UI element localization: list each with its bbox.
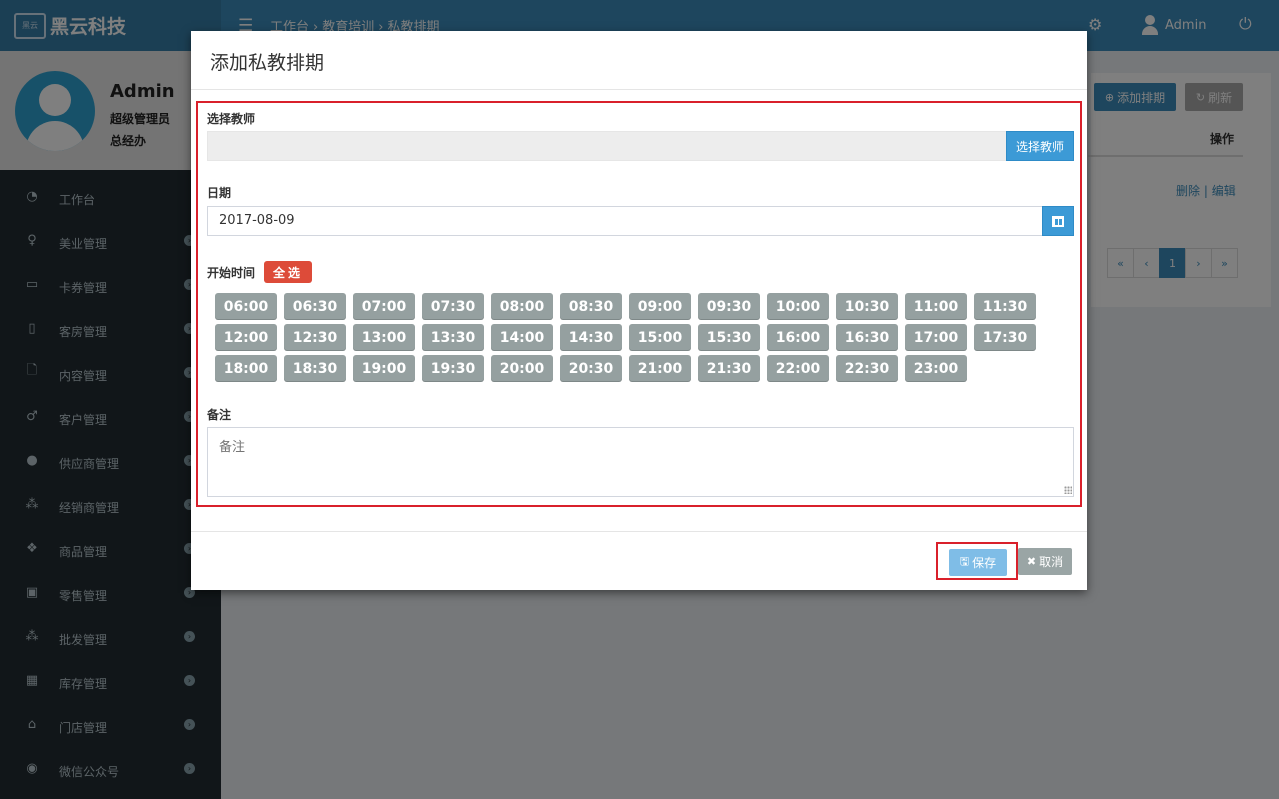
time-slot-button[interactable]: 07:30: [422, 293, 484, 320]
time-slot-button[interactable]: 15:30: [698, 324, 760, 351]
time-slot-button[interactable]: 09:30: [698, 293, 760, 320]
cancel-button[interactable]: ✖ 取消: [1018, 548, 1072, 575]
time-slot-button[interactable]: 23:00: [905, 355, 967, 382]
time-slot-button[interactable]: 22:00: [767, 355, 829, 382]
note-label: 备注: [207, 408, 232, 422]
time-slot-button[interactable]: 21:30: [698, 355, 760, 382]
time-slot-button[interactable]: 11:30: [974, 293, 1036, 320]
time-slot-button[interactable]: 19:00: [353, 355, 415, 382]
modal-title: 添加私教排期: [210, 52, 325, 74]
save-button[interactable]: 🖫 保存: [949, 549, 1007, 576]
select-all-button[interactable]: 全选: [264, 261, 312, 283]
time-slot-button[interactable]: 13:30: [422, 324, 484, 351]
time-slot-button[interactable]: 13:00: [353, 324, 415, 351]
time-slot-button[interactable]: 18:30: [284, 355, 346, 382]
floppy-disk-icon: 🖫: [959, 555, 970, 568]
note-textarea[interactable]: [207, 427, 1074, 497]
time-slot-button[interactable]: 12:30: [284, 324, 346, 351]
time-slot-button[interactable]: 18:00: [215, 355, 277, 382]
time-slot-button[interactable]: 12:00: [215, 324, 277, 351]
time-slot-button[interactable]: 06:00: [215, 293, 277, 320]
time-slot-button[interactable]: 20:00: [491, 355, 553, 382]
time-slot-button[interactable]: 10:30: [836, 293, 898, 320]
date-label: 日期: [207, 186, 232, 200]
calendar-button[interactable]: [1042, 206, 1074, 236]
resize-grip-icon[interactable]: [1064, 486, 1072, 494]
time-slot-button[interactable]: 14:00: [491, 324, 553, 351]
time-slot-button[interactable]: 08:00: [491, 293, 553, 320]
teacher-field[interactable]: [207, 131, 1007, 161]
calendar-icon: [1052, 215, 1064, 227]
save-highlight-frame: 🖫 保存: [936, 542, 1018, 580]
close-icon: ✖: [1026, 555, 1037, 568]
add-schedule-modal: 添加私教排期 选择教师 选择教师 日期 2017-08-09 开始时间 全选 0…: [191, 31, 1087, 590]
time-slot-button[interactable]: 15:00: [629, 324, 691, 351]
time-slot-button[interactable]: 16:30: [836, 324, 898, 351]
time-slot-button[interactable]: 17:30: [974, 324, 1036, 351]
time-slot-button[interactable]: 20:30: [560, 355, 622, 382]
start-time-label: 开始时间: [207, 266, 256, 280]
time-slot-button[interactable]: 09:00: [629, 293, 691, 320]
time-slot-button[interactable]: 19:30: [422, 355, 484, 382]
teacher-label: 选择教师: [207, 112, 256, 126]
schedule-form: 选择教师 选择教师 日期 2017-08-09 开始时间 全选 06:00 06:…: [196, 101, 1082, 507]
time-slot-button[interactable]: 07:00: [353, 293, 415, 320]
date-field[interactable]: 2017-08-09: [207, 206, 1043, 236]
time-slot-button[interactable]: 17:00: [905, 324, 967, 351]
modal-footer: 🖫 保存 ✖ 取消: [191, 531, 1087, 590]
time-slot-button[interactable]: 10:00: [767, 293, 829, 320]
time-slot-button[interactable]: 14:30: [560, 324, 622, 351]
time-slot-button[interactable]: 11:00: [905, 293, 967, 320]
select-teacher-button[interactable]: 选择教师: [1006, 131, 1074, 161]
time-slot-button[interactable]: 08:30: [560, 293, 622, 320]
time-slot-group: 06:00 06:30 07:00 07:30 08:00 08:30 09:00 09:30…: [215, 293, 1045, 386]
time-slot-button[interactable]: 22:30: [836, 355, 898, 382]
modal-header: 添加私教排期: [191, 31, 1087, 90]
time-slot-button[interactable]: 06:30: [284, 293, 346, 320]
time-slot-button[interactable]: 16:00: [767, 324, 829, 351]
time-slot-button[interactable]: 21:00: [629, 355, 691, 382]
